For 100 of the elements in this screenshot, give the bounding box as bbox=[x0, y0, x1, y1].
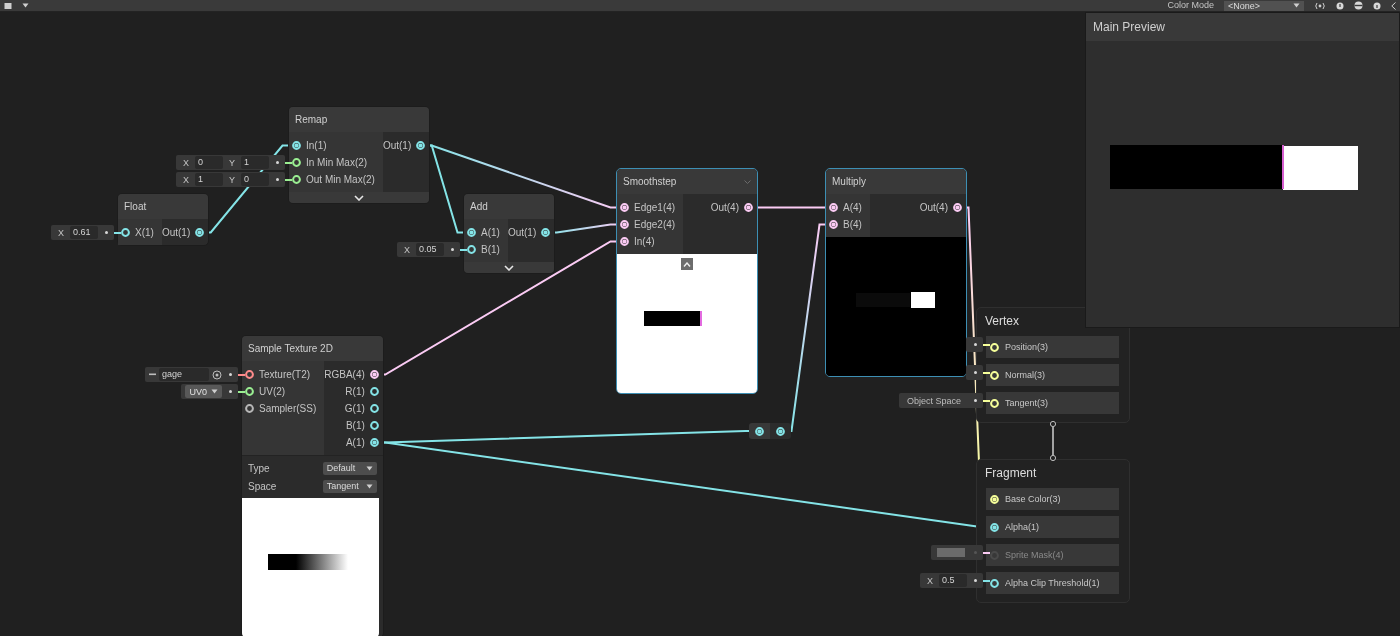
output-port[interactable] bbox=[953, 203, 962, 212]
dot-icon bbox=[974, 343, 977, 346]
chevron-icon bbox=[504, 264, 515, 271]
output-port[interactable] bbox=[369, 421, 379, 430]
port-label: Out(1) bbox=[507, 227, 537, 238]
brackets-icon[interactable] bbox=[1314, 1, 1326, 10]
dot-icon bbox=[974, 371, 977, 374]
axis-label: Y bbox=[228, 157, 236, 168]
dot-icon bbox=[105, 231, 108, 234]
number-field[interactable]: 0.61 bbox=[70, 226, 98, 239]
port-label: Normal(3) bbox=[1005, 370, 1045, 380]
dot-icon bbox=[276, 161, 279, 164]
port-label: G(1) bbox=[344, 403, 365, 414]
port-label: Position(3) bbox=[1005, 342, 1049, 352]
panel-title: Main Preview bbox=[1093, 20, 1166, 34]
object-field[interactable]: gage bbox=[159, 368, 209, 381]
output-port[interactable] bbox=[541, 228, 551, 237]
dot-icon bbox=[229, 390, 232, 393]
port-label: Edge2(4) bbox=[634, 219, 676, 230]
setting-label: Type bbox=[248, 462, 270, 474]
number-field[interactable]: 0 bbox=[195, 156, 223, 169]
dropdown[interactable]: UV0 bbox=[185, 385, 222, 398]
stack-block[interactable]: Alpha(1) bbox=[986, 516, 1119, 538]
number-field[interactable]: 0.05 bbox=[416, 243, 444, 256]
collapse-button[interactable] bbox=[681, 258, 693, 270]
chevron-icon bbox=[354, 194, 365, 201]
port-label: RGBA(4) bbox=[324, 369, 365, 380]
port-label: B(1) bbox=[481, 244, 500, 255]
info-icon[interactable] bbox=[1336, 1, 1344, 10]
output-port[interactable] bbox=[369, 387, 379, 396]
number-field[interactable]: 0.5 bbox=[939, 574, 967, 587]
graph-node[interactable]: Multiply A(4) B(4) Out(4) bbox=[825, 168, 967, 377]
axis-label: X bbox=[57, 227, 65, 238]
node-title: Float bbox=[124, 201, 147, 212]
port-label: Sprite Mask(4) bbox=[1005, 550, 1064, 560]
port-label: B(4) bbox=[843, 219, 862, 230]
setting-label: Space bbox=[248, 480, 277, 492]
output-port[interactable] bbox=[416, 141, 426, 150]
target-icon[interactable] bbox=[212, 369, 222, 380]
output-port[interactable] bbox=[369, 404, 379, 413]
caret-icon bbox=[365, 465, 373, 471]
dot-icon bbox=[229, 373, 232, 376]
port-label: R(1) bbox=[345, 386, 365, 397]
toolbar-label: Color Mode bbox=[1167, 0, 1214, 11]
output-port[interactable] bbox=[776, 426, 785, 436]
dropdown[interactable]: <None> bbox=[1224, 0, 1304, 11]
node-title: Multiply bbox=[832, 176, 866, 187]
dot-icon bbox=[974, 399, 977, 402]
output-port[interactable] bbox=[369, 370, 379, 379]
port-label: Alpha Clip Threshold(1) bbox=[1005, 578, 1100, 588]
number-field[interactable]: 0 bbox=[241, 173, 269, 186]
stack-block[interactable]: Base Color(3) bbox=[986, 488, 1119, 510]
port-label: Sampler(SS) bbox=[259, 403, 317, 414]
graph-node[interactable]: Smoothstep Edge1(4) Edge2(4) In(4) Out(4) bbox=[616, 168, 758, 394]
port-label: A(4) bbox=[843, 202, 862, 213]
axis-label: Y bbox=[228, 174, 236, 185]
port-label: In Min Max(2) bbox=[306, 157, 368, 168]
port-label: Edge1(4) bbox=[634, 202, 676, 213]
port-label: A(1) bbox=[345, 437, 365, 448]
port-label: In(1) bbox=[306, 140, 327, 151]
space-label: Object Space bbox=[905, 395, 962, 406]
dropdown[interactable]: Default bbox=[322, 461, 377, 475]
help-icon[interactable] bbox=[1373, 1, 1381, 10]
expand-button[interactable] bbox=[464, 262, 555, 273]
context-title: Fragment bbox=[985, 465, 1038, 482]
node-title: Remap bbox=[295, 114, 328, 125]
port-label: Texture(T2) bbox=[259, 369, 311, 380]
axis-label: X bbox=[403, 244, 411, 255]
caret-icon bbox=[211, 389, 218, 394]
port-label: Out(1) bbox=[382, 140, 412, 151]
port-label: Alpha(1) bbox=[1005, 522, 1040, 532]
output-port[interactable] bbox=[369, 438, 379, 447]
port-label: Out(1) bbox=[161, 227, 191, 238]
caret-icon[interactable] bbox=[22, 3, 29, 8]
context-title: Vertex bbox=[985, 313, 1021, 330]
node-title: Smoothstep bbox=[623, 176, 677, 187]
input-port[interactable] bbox=[245, 370, 254, 379]
port-label: A(1) bbox=[481, 227, 500, 238]
axis-label: X bbox=[181, 174, 190, 185]
dot-icon bbox=[276, 178, 279, 181]
port-label: X(1) bbox=[135, 227, 154, 238]
port-label: B(1) bbox=[345, 420, 365, 431]
axis-label: X bbox=[181, 157, 190, 168]
chevron-icon bbox=[683, 261, 691, 267]
node-title: Add bbox=[470, 201, 488, 212]
dropdown[interactable]: Tangent bbox=[322, 479, 377, 493]
output-port[interactable] bbox=[744, 203, 753, 212]
input-port[interactable] bbox=[245, 404, 254, 413]
caret-icon bbox=[1293, 3, 1300, 8]
number-field[interactable]: 1 bbox=[195, 173, 223, 186]
port-label: Base Color(3) bbox=[1005, 494, 1061, 504]
redirect-node[interactable] bbox=[749, 423, 791, 439]
number-field[interactable]: 1 bbox=[241, 156, 269, 169]
caret-icon bbox=[365, 483, 373, 489]
port-label: Tangent(3) bbox=[1005, 398, 1049, 408]
sphere-icon[interactable] bbox=[1354, 1, 1363, 10]
port-label: Out Min Max(2) bbox=[306, 174, 375, 185]
window-icon[interactable] bbox=[4, 1, 12, 10]
dot-icon bbox=[451, 248, 454, 251]
output-port[interactable] bbox=[195, 228, 205, 237]
